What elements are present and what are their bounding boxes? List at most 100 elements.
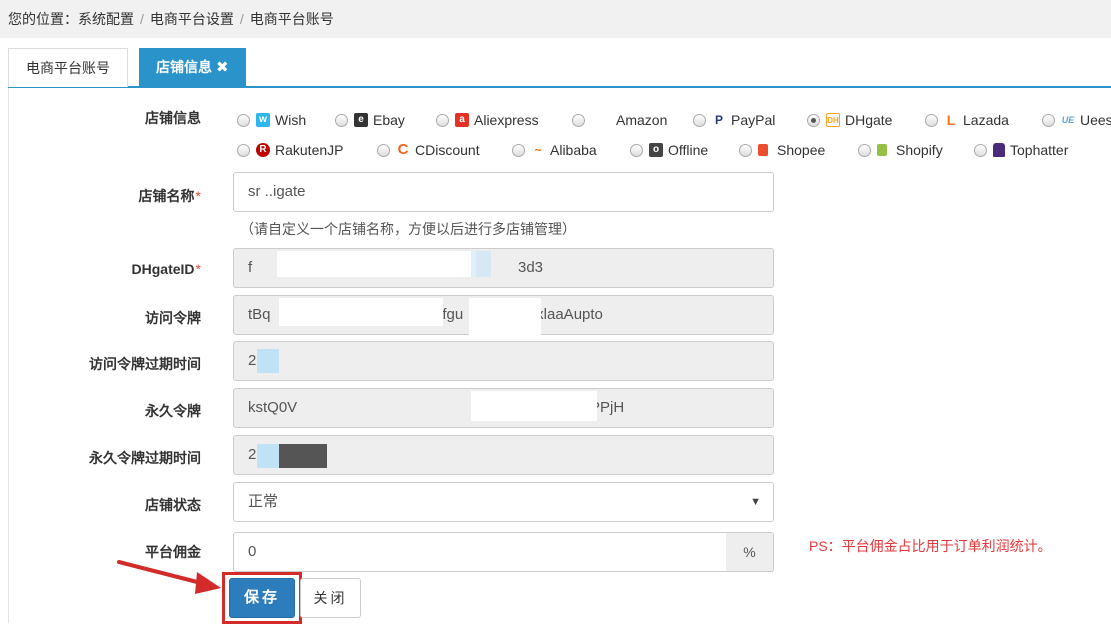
shopify-icon bbox=[877, 144, 887, 156]
close-button[interactable]: 关闭 bbox=[300, 578, 361, 618]
radio-cdiscount[interactable]: C CDiscount bbox=[377, 139, 480, 161]
radio-label: Amazon bbox=[616, 112, 668, 128]
radio-shopee[interactable]: Shopee bbox=[739, 139, 825, 161]
shop-name-hint: （请自定义一个店铺名称，方便以后进行多店铺管理） bbox=[240, 221, 576, 237]
radio-dhgate[interactable]: DH DHgate bbox=[807, 109, 892, 131]
radio-label: Tophatter bbox=[1010, 142, 1069, 158]
aliexpress-icon: a bbox=[455, 113, 469, 127]
redaction-mask bbox=[471, 251, 491, 277]
radio-ebay[interactable]: e Ebay bbox=[335, 109, 405, 131]
shop-status-select[interactable]: 正常 ▼ bbox=[233, 482, 774, 522]
access-token-expiry-field[interactable]: 2 bbox=[233, 341, 774, 381]
radio-lazada[interactable]: L Lazada bbox=[925, 109, 1009, 131]
radio-label: Shopify bbox=[896, 142, 943, 158]
dhgate-id-label: DHgateID* bbox=[131, 261, 201, 277]
radio-offline[interactable]: o Offline bbox=[630, 139, 708, 161]
radio-button[interactable] bbox=[237, 143, 250, 157]
radio-label: Wish bbox=[275, 112, 307, 128]
dhgate-id-value-tail: 3d3 bbox=[518, 259, 544, 276]
access-token-value: tBq bbox=[248, 306, 271, 323]
radio-label: DHgate bbox=[845, 112, 893, 128]
breadcrumb-separator: / bbox=[239, 11, 244, 27]
radio-label: Alibaba bbox=[550, 142, 597, 158]
access-token-expiry-label: 访问令牌过期时间 bbox=[89, 356, 201, 372]
radio-paypal[interactable]: P PayPal bbox=[693, 109, 775, 131]
radio-button[interactable] bbox=[693, 113, 706, 127]
radio-aliexpress[interactable]: a Aliexpress bbox=[436, 109, 539, 131]
offline-icon: o bbox=[649, 143, 663, 157]
ueeshop-icon: UE bbox=[1061, 113, 1075, 127]
tab-bar: 电商平台账号 店铺信息 ✖ bbox=[8, 48, 1111, 88]
radio-wish[interactable]: w Wish bbox=[237, 109, 306, 131]
radio-button[interactable] bbox=[858, 143, 871, 157]
wish-icon: w bbox=[256, 113, 270, 127]
radio-label: Shopee bbox=[777, 142, 826, 158]
lazada-icon: L bbox=[944, 113, 958, 127]
permanent-token-value: kstQ0V bbox=[248, 399, 298, 416]
breadcrumb-item-system-config[interactable]: 系统配置 bbox=[78, 11, 134, 27]
commission-input[interactable]: 0 bbox=[233, 532, 727, 572]
platform-label: 店铺信息 bbox=[145, 110, 201, 126]
redaction-mask bbox=[277, 251, 476, 277]
close-icon[interactable]: ✖ bbox=[216, 59, 229, 76]
paypal-icon: P bbox=[712, 113, 726, 127]
radio-label: Offline bbox=[668, 142, 709, 158]
alibaba-icon: ~ bbox=[531, 143, 545, 157]
radio-button[interactable] bbox=[630, 143, 643, 157]
shopee-icon bbox=[758, 144, 768, 156]
radio-shopify[interactable]: Shopify bbox=[858, 139, 943, 161]
radio-label: Ebay bbox=[373, 112, 405, 128]
radio-button[interactable] bbox=[925, 113, 938, 127]
breadcrumb: 您的位置：系统配置 / 电商平台设置 / 电商平台账号 bbox=[0, 0, 1111, 38]
radio-label: PayPal bbox=[731, 112, 776, 128]
dhgate-id-value: f bbox=[248, 259, 253, 276]
radio-label: Lazada bbox=[963, 112, 1009, 128]
access-token-expiry-value: 2 bbox=[248, 352, 257, 369]
radio-button[interactable] bbox=[237, 113, 250, 127]
shop-name-input[interactable]: sr ..igate bbox=[233, 172, 774, 212]
radio-tophatter[interactable]: Tophatter bbox=[974, 139, 1068, 161]
breadcrumb-item-platform-settings[interactable]: 电商平台设置 bbox=[150, 11, 234, 27]
save-button[interactable]: 保存 bbox=[229, 578, 295, 618]
rakuten-icon: R bbox=[256, 143, 270, 157]
permanent-token-expiry-value: 2 bbox=[248, 446, 257, 463]
radio-label: RakutenJP bbox=[275, 142, 344, 158]
percent-addon: % bbox=[726, 532, 774, 572]
redaction-mask bbox=[279, 298, 443, 326]
breadcrumb-item-platform-account[interactable]: 电商平台账号 bbox=[250, 11, 334, 27]
annotation-arrow-icon bbox=[117, 560, 221, 594]
ebay-icon: e bbox=[354, 113, 368, 127]
radio-button[interactable] bbox=[335, 113, 348, 127]
shop-status-label: 店铺状态 bbox=[145, 497, 201, 513]
redaction-mask bbox=[257, 349, 279, 373]
radio-alibaba[interactable]: ~ Alibaba bbox=[512, 139, 597, 161]
radio-button[interactable] bbox=[1042, 113, 1055, 127]
radio-amazon[interactable]: Amazon bbox=[572, 109, 667, 131]
permanent-token-expiry-label: 永久令牌过期时间 bbox=[89, 450, 201, 466]
shop-name-value: sr ..igate bbox=[248, 183, 306, 200]
redaction-mask bbox=[257, 444, 279, 468]
access-token-label: 访问令牌 bbox=[145, 310, 201, 326]
tab-shop-info[interactable]: 店铺信息 ✖ bbox=[139, 48, 246, 87]
radio-label: CDiscount bbox=[415, 142, 480, 158]
commission-value: 0 bbox=[248, 543, 257, 560]
radio-button-selected[interactable] bbox=[807, 113, 820, 127]
radio-rakutenjp[interactable]: R RakutenJP bbox=[237, 139, 343, 161]
radio-button[interactable] bbox=[512, 143, 525, 157]
tophatter-icon bbox=[993, 143, 1005, 157]
amazon-icon bbox=[591, 113, 605, 127]
shop-name-label: 店铺名称* bbox=[138, 188, 201, 204]
radio-button[interactable] bbox=[974, 143, 987, 157]
radio-ueeshop[interactable]: UE Ueeshop bbox=[1042, 109, 1111, 131]
radio-button[interactable] bbox=[377, 143, 390, 157]
shop-status-value: 正常 bbox=[248, 493, 279, 510]
tab-platform-account[interactable]: 电商平台账号 bbox=[8, 48, 128, 87]
dhgate-icon: DH bbox=[826, 113, 840, 127]
radio-label: Ueeshop bbox=[1080, 112, 1111, 128]
radio-button[interactable] bbox=[572, 113, 585, 127]
radio-button[interactable] bbox=[436, 113, 449, 127]
radio-button[interactable] bbox=[739, 143, 752, 157]
access-token-value-tail: /xlaaAupto bbox=[532, 306, 603, 323]
shop-info-form: 店铺信息 w Wish e Ebay a Aliexpress Amazon P Pay… bbox=[8, 88, 1111, 624]
tab-label: 电商平台账号 bbox=[26, 60, 110, 76]
